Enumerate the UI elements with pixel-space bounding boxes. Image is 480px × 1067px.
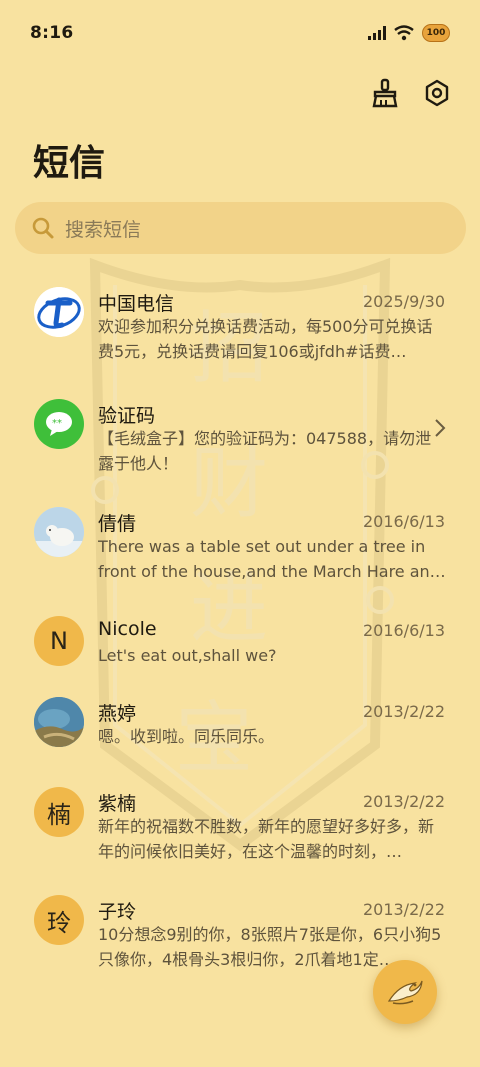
conversation-preview: 欢迎参加积分兑换话费活动，每500分可兑换话费5元，兑换话费请回复106或jfd…	[98, 317, 433, 361]
conversation-preview: There was a table set out under a tree i…	[98, 537, 446, 581]
phoenix-compose-icon	[387, 980, 423, 1005]
page-title: 短信	[33, 143, 106, 184]
conversation-item[interactable]: ** 验证码 【毛绒盒子】您的验证码为：047588，请勿泄露于他人！	[0, 396, 480, 506]
conversation-name: 紫楠	[98, 793, 137, 815]
header-actions	[368, 76, 454, 110]
signal-icon	[368, 26, 386, 40]
china-telecom-avatar	[34, 287, 84, 337]
compose-button[interactable]	[373, 960, 437, 1024]
settings-button[interactable]	[420, 76, 454, 110]
avatar-letter: N	[50, 627, 68, 655]
conversation-item[interactable]: 倩倩 2016/6/13 There was a table set out u…	[0, 504, 480, 614]
search-icon	[32, 217, 54, 239]
conversation-preview: 新年的祝福数不胜数，新年的愿望好多好多，新年的问候依旧美好，在这个温馨的时刻，…	[98, 817, 435, 861]
conversation-preview: 嗯。收到啦。同乐同乐。	[98, 727, 275, 746]
polar-bear-icon	[34, 507, 84, 557]
conversation-item[interactable]: 中国电信 2025/9/30 欢迎参加积分兑换话费活动，每500分可兑换话费5元…	[0, 284, 480, 394]
wifi-icon	[394, 25, 414, 41]
battery-icon: 100	[422, 24, 450, 42]
conversation-name: 子玲	[98, 901, 137, 923]
status-time: 8:16	[30, 23, 74, 43]
conversation-date: 2016/6/13	[362, 512, 445, 531]
conversation-date: 2013/2/22	[362, 900, 445, 919]
landscape-photo-icon	[34, 697, 84, 747]
conversation-name: 中国电信	[98, 293, 175, 315]
conversation-name: Nicole	[98, 618, 157, 640]
chevron-right-icon[interactable]	[434, 418, 446, 438]
battery-level: 100	[426, 28, 446, 38]
settings-icon	[425, 79, 449, 107]
conversation-date: 2013/2/22	[362, 702, 445, 721]
letter-avatar: 楠	[34, 787, 84, 837]
conversation-name: 验证码	[98, 405, 156, 427]
clean-icon	[372, 78, 398, 108]
china-telecom-logo-icon	[34, 287, 84, 337]
polar-bear-avatar	[34, 507, 84, 557]
search-input[interactable]: 搜索短信	[65, 215, 141, 242]
conversation-name: 倩倩	[98, 513, 137, 535]
letter-avatar: N	[34, 616, 84, 666]
conversation-date: 2013/2/22	[362, 792, 445, 811]
conversation-preview: 【毛绒盒子】您的验证码为：047588，请勿泄露于他人！	[98, 429, 432, 473]
verification-avatar: **	[34, 399, 84, 449]
svg-text:**: **	[52, 418, 62, 429]
search-bar[interactable]: 搜索短信	[15, 202, 466, 254]
conversation-date: 2016/6/13	[362, 621, 445, 640]
conversation-preview: Let's eat out,shall we?	[98, 646, 277, 665]
avatar-letter: 玲	[47, 908, 71, 937]
conversation-name: 燕婷	[98, 703, 137, 725]
letter-avatar: 玲	[34, 895, 84, 945]
conversation-item[interactable]: 楠 紫楠 2013/2/22 新年的祝福数不胜数，新年的愿望好多好多，新年的问候…	[0, 784, 480, 894]
message-bubble-icon: **	[46, 412, 72, 436]
status-icons: 100	[368, 24, 450, 42]
landscape-avatar	[34, 697, 84, 747]
conversation-date: 2025/9/30	[362, 292, 445, 311]
avatar-letter: 楠	[47, 800, 71, 829]
status-bar: 8:16 100	[0, 0, 480, 66]
clean-button[interactable]	[368, 76, 402, 110]
